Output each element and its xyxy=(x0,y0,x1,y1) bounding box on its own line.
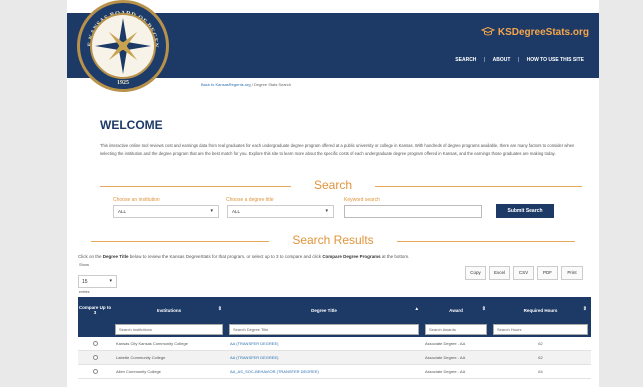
nav-search[interactable]: SEARCH xyxy=(455,57,476,63)
table-filter-row: Search Institutions Search Degree Title … xyxy=(78,323,591,337)
seal-year: 1925 xyxy=(117,80,129,86)
search-heading: Search xyxy=(291,178,375,192)
sort-icon: ⇕ xyxy=(582,306,587,312)
search-hours-input[interactable]: Search Hours xyxy=(493,324,588,335)
keyword-label: Keyword search xyxy=(344,197,380,203)
copy-button[interactable]: Copy xyxy=(465,266,486,280)
intro-paragraph: This interactive online tool reviews cos… xyxy=(100,143,575,156)
entries-select[interactable]: 15 ▾ xyxy=(78,275,117,288)
sort-icon: ⇕ xyxy=(217,306,222,312)
search-institutions-input[interactable]: Search Institutions xyxy=(115,324,223,335)
seal-center xyxy=(90,13,156,79)
keyword-input[interactable] xyxy=(344,205,482,218)
award-cell: Associate Degree - AA xyxy=(425,355,466,360)
instructions-text: below to review the Kansas DegreeStats f… xyxy=(128,254,323,259)
page: KSDegreeStats.org SEARCH | ABOUT | HOW T… xyxy=(67,0,599,387)
table-row: Allen Community College AA_AS_SOC-BEHAVI… xyxy=(78,365,591,379)
column-header-label: Institutions xyxy=(156,307,182,313)
table-row: Kansas City Kansas Community College AA … xyxy=(78,337,591,351)
degree-title-link[interactable]: AA (TRANSFER DEGREE) xyxy=(230,341,278,346)
institution-cell: Labette Community College xyxy=(116,355,166,360)
institution-select-value: ALL xyxy=(118,209,127,214)
institution-cell: Allen Community College xyxy=(116,369,161,374)
institution-label: Choose an institution xyxy=(113,197,160,203)
compass-star-icon xyxy=(95,18,151,74)
site-brand[interactable]: KSDegreeStats.org xyxy=(480,27,589,38)
degree-title-link[interactable]: AA_AS_SOC-BEHAVIOR (TRANSFER DEGREE) xyxy=(230,369,319,374)
degree-title-link[interactable]: AA (TRANSFER DEGREE) xyxy=(230,355,278,360)
nav-separator: | xyxy=(517,57,520,63)
column-header-institutions[interactable]: Institutions ⇕ xyxy=(112,297,226,323)
print-button[interactable]: Print xyxy=(561,266,583,280)
breadcrumb-current: Degree Stats Search xyxy=(253,82,292,87)
main-nav: SEARCH | ABOUT | HOW TO USE THIS SITE xyxy=(452,57,587,63)
nav-how-to-use[interactable]: HOW TO USE THIS SITE xyxy=(527,57,584,63)
nav-about[interactable]: ABOUT xyxy=(493,57,511,63)
award-cell: Associate Degree - AA xyxy=(425,341,466,346)
nav-separator: | xyxy=(483,57,486,63)
excel-button[interactable]: Excel xyxy=(489,266,510,280)
compare-checkbox[interactable] xyxy=(93,341,98,346)
table-header: Compare Up to 3 Institutions ⇕ Degree Ti… xyxy=(78,297,591,323)
table-row: Labette Community College AA (TRANSFER D… xyxy=(78,351,591,365)
hours-cell: 62 xyxy=(538,341,543,346)
column-header-degree-title[interactable]: Degree Title ▴ xyxy=(226,297,422,323)
column-header-compare[interactable]: Compare Up to 3 xyxy=(78,297,112,323)
instructions-compare: Compare Degree Programs xyxy=(322,254,381,259)
sort-icon: ⇕ xyxy=(481,306,486,312)
chevron-down-icon: ▾ xyxy=(325,208,328,214)
graduation-cap-icon xyxy=(480,27,495,36)
institution-select[interactable]: ALL ▾ xyxy=(113,205,219,218)
show-label: Show xyxy=(79,262,90,267)
site-name: KSDegreeStats.org xyxy=(497,27,589,38)
instructions-text: Click on the xyxy=(78,254,103,259)
degree-select-value: ALL xyxy=(232,209,241,214)
degree-select[interactable]: ALL ▾ xyxy=(227,205,334,218)
column-header-label: Degree Title xyxy=(311,307,337,313)
compare-checkbox[interactable] xyxy=(93,355,98,360)
chevron-down-icon: ▾ xyxy=(210,208,213,214)
pdf-button[interactable]: PDF xyxy=(537,266,558,280)
hours-cell: 64 xyxy=(538,369,543,374)
search-awards-input[interactable]: Search Awards xyxy=(425,324,487,335)
column-header-label: Required Hours xyxy=(523,307,558,313)
board-of-regents-seal[interactable]: THE KANSAS BOARD OF REGENTS 1925 xyxy=(77,0,169,92)
award-cell: Associate Degree - AA xyxy=(425,369,466,374)
instructions-text: at the bottom. xyxy=(380,254,410,259)
compare-checkbox[interactable] xyxy=(93,369,98,374)
hours-cell: 62 xyxy=(538,355,543,360)
instructions-degree-title: Degree Title xyxy=(102,254,129,259)
column-header-award[interactable]: Award ⇕ xyxy=(422,297,490,323)
entries-label: entries xyxy=(79,290,90,294)
results-heading: Search Results xyxy=(269,233,397,247)
submit-search-button[interactable]: Submit Search xyxy=(496,204,554,218)
entries-select-value: 15 xyxy=(82,279,88,285)
results-instructions: Click on the Degree Title below to revie… xyxy=(78,254,409,259)
breadcrumb: Back to KansasRegents.org / Degree Stats… xyxy=(201,82,291,87)
column-header-required-hours[interactable]: Required Hours ⇕ xyxy=(490,297,591,323)
csv-button[interactable]: CSV xyxy=(513,266,534,280)
sort-up-icon: ▴ xyxy=(415,306,418,312)
chevron-down-icon: ▾ xyxy=(109,278,112,284)
search-degree-title-input[interactable]: Search Degree Title xyxy=(229,324,419,335)
page-title: WELCOME xyxy=(100,118,163,132)
breadcrumb-separator: / xyxy=(251,82,253,87)
institution-cell: Kansas City Kansas Community College xyxy=(116,341,188,346)
degree-label: Choose a degree title xyxy=(226,197,274,203)
breadcrumb-home-link[interactable]: Back to KansasRegents.org xyxy=(201,82,251,87)
column-header-label: Award xyxy=(449,307,463,313)
